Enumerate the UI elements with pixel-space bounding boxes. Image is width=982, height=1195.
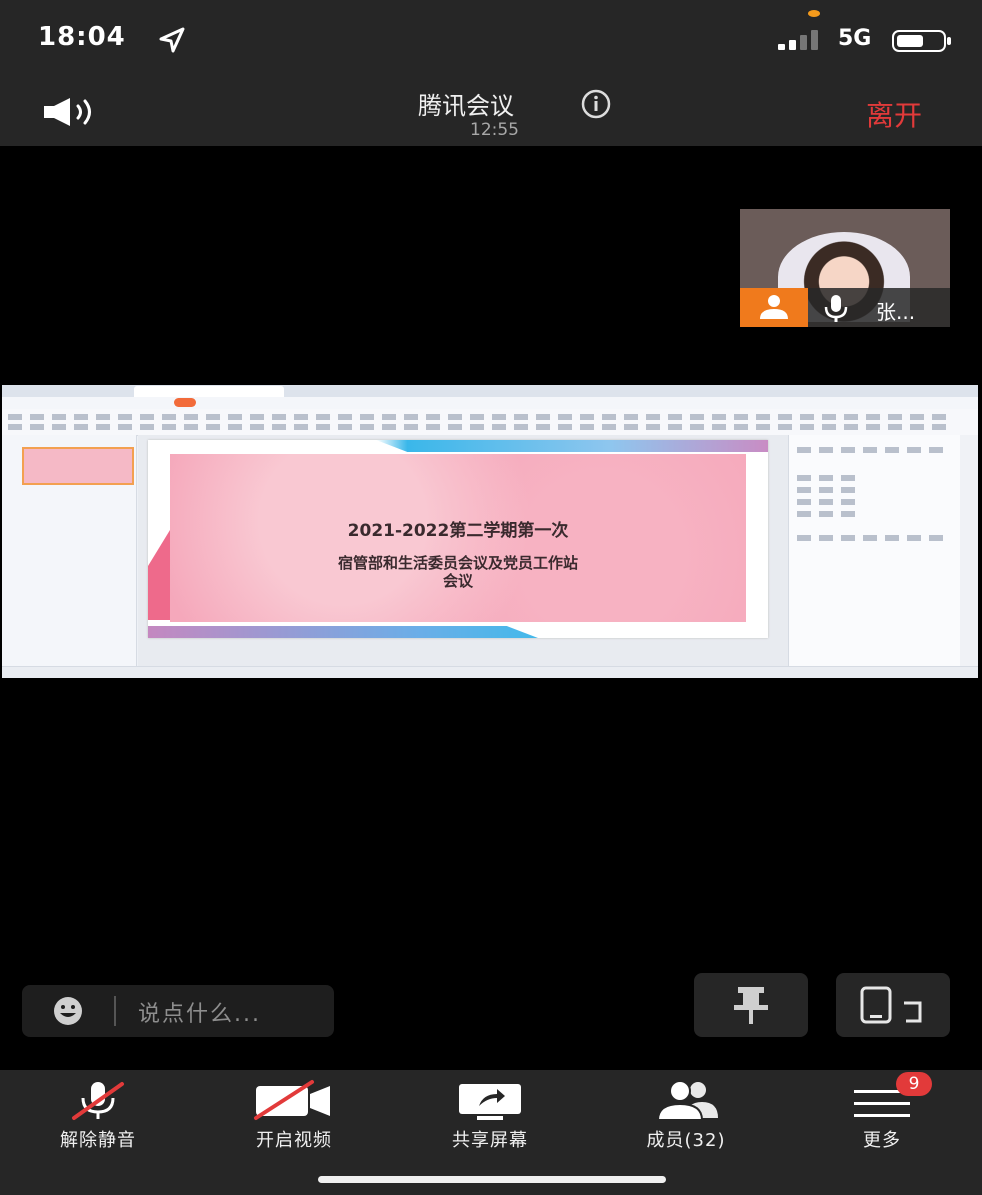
slide: 2021-2022第二学期第一次 宿管部和生活委员会议及党员工作站 会议 bbox=[148, 440, 768, 638]
network-label: 5G bbox=[838, 26, 872, 51]
wps-menu-bar bbox=[2, 397, 978, 409]
start-video-button[interactable]: 开启视频 bbox=[214, 1070, 374, 1160]
slide-subtitle-line1: 宿管部和生活委员会议及党员工作站 bbox=[337, 554, 578, 572]
info-icon[interactable] bbox=[580, 88, 612, 120]
members-icon bbox=[656, 1080, 718, 1121]
document-tab bbox=[134, 386, 284, 397]
host-person-icon bbox=[760, 295, 788, 319]
slide-subtitle-line2: 会议 bbox=[442, 572, 473, 590]
object-properties-panel bbox=[788, 435, 961, 667]
wps-status-bar bbox=[2, 666, 978, 678]
share-screen-icon bbox=[459, 1084, 521, 1120]
meeting-title: 腾讯会议 bbox=[418, 92, 514, 120]
home-indicator[interactable] bbox=[318, 1176, 666, 1183]
wps-ribbon bbox=[2, 409, 978, 436]
leave-button[interactable]: 离开 bbox=[866, 94, 922, 134]
chat-divider bbox=[114, 996, 116, 1026]
members-button[interactable]: 成员(32) bbox=[606, 1070, 766, 1160]
participant-name: 张... bbox=[876, 300, 916, 324]
location-arrow-icon bbox=[159, 27, 185, 53]
host-badge bbox=[740, 288, 808, 327]
notification-badge: 9 bbox=[896, 1072, 932, 1096]
share-screen-button[interactable]: 共享屏幕 bbox=[410, 1070, 570, 1160]
video-off-icon bbox=[254, 1080, 330, 1120]
more-button[interactable]: 更多 bbox=[802, 1070, 962, 1160]
privacy-indicator-dot bbox=[808, 10, 820, 17]
unmute-label: 解除静音 bbox=[60, 1130, 136, 1151]
side-tool-strip bbox=[960, 435, 978, 667]
shared-screen-view[interactable]: 2021-2022第二学期第一次 宿管部和生活委员会议及党员工作站 会议 bbox=[2, 385, 978, 678]
status-bar bbox=[0, 0, 982, 78]
rotate-screen-icon bbox=[860, 986, 922, 1024]
slide-title: 2021-2022第二学期第一次 bbox=[347, 521, 569, 541]
members-label: 成员(32) bbox=[646, 1130, 726, 1151]
slide-decoration-top bbox=[376, 440, 768, 452]
slide-thumbnail bbox=[22, 447, 134, 485]
emoji-icon[interactable] bbox=[46, 996, 90, 1026]
start-menu-tab bbox=[174, 398, 196, 407]
unmute-button[interactable]: 解除静音 bbox=[18, 1070, 178, 1160]
more-label: 更多 bbox=[863, 1130, 901, 1151]
battery-icon bbox=[892, 30, 951, 52]
pin-icon bbox=[734, 987, 768, 1024]
status-time: 18:04 bbox=[38, 22, 126, 52]
microphone-muted-icon bbox=[72, 1082, 124, 1120]
slide-decoration-left bbox=[148, 530, 170, 620]
meeting-duration: 12:55 bbox=[470, 120, 519, 140]
speaker-icon[interactable] bbox=[42, 96, 102, 128]
pin-video-button[interactable] bbox=[694, 973, 808, 1037]
rotate-screen-button[interactable] bbox=[836, 973, 950, 1037]
slide-subtitle: 宿管部和生活委员会议及党员工作站 会议 bbox=[170, 554, 746, 590]
chat-placeholder: 说点什么... bbox=[138, 1002, 261, 1027]
start-video-label: 开启视频 bbox=[256, 1130, 332, 1151]
slide-decoration-bottom bbox=[148, 626, 538, 638]
share-screen-label: 共享屏幕 bbox=[452, 1130, 528, 1151]
signal-icon bbox=[778, 30, 818, 50]
slide-body: 2021-2022第二学期第一次 宿管部和生活委员会议及党员工作站 会议 bbox=[170, 454, 746, 622]
microphone-icon bbox=[824, 295, 848, 322]
